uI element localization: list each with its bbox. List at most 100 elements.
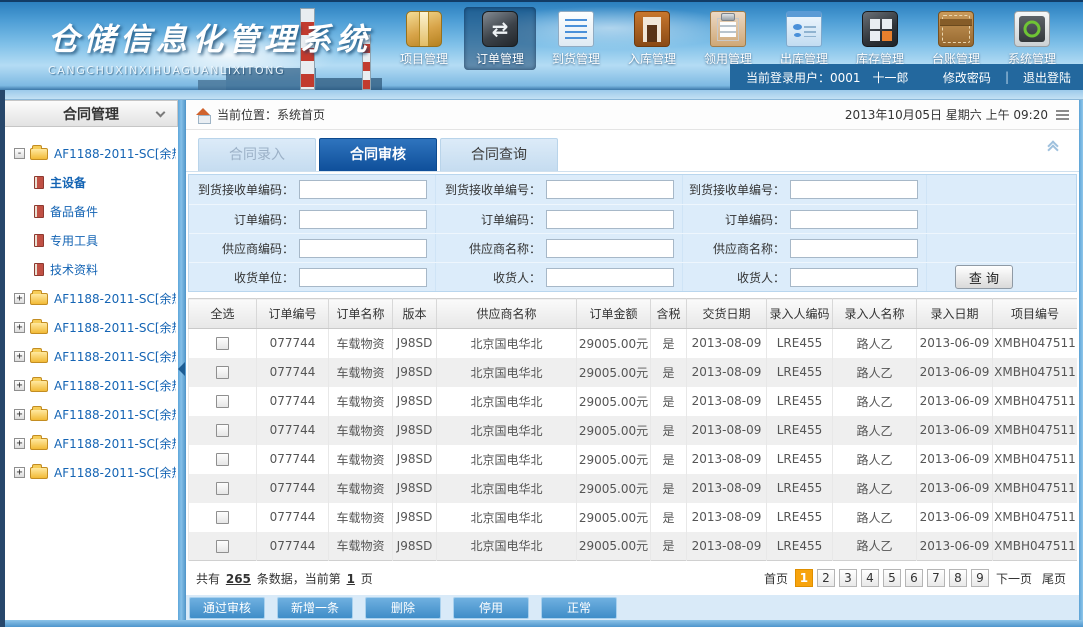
nav-item-package[interactable]: 项目管理 [388, 7, 460, 70]
field-label: 到货接收单编码： [189, 181, 299, 198]
tree-node[interactable]: 备品备件 [7, 197, 176, 226]
tree-node[interactable]: + AF1188-2011-SC[余热 [7, 458, 176, 487]
menu-lines-icon[interactable] [1056, 110, 1069, 120]
search-input[interactable] [790, 239, 918, 258]
tree-node[interactable]: + AF1188-2011-SC[余热锅炉 [7, 342, 176, 371]
tree-node[interactable]: 主设备 [7, 168, 176, 197]
action-button-通过审核[interactable]: 通过审核 [189, 597, 265, 619]
pagination-first[interactable]: 首页 [761, 570, 791, 587]
query-button[interactable]: 查 询 [955, 265, 1013, 289]
search-input[interactable] [790, 180, 918, 199]
row-checkbox[interactable] [216, 395, 229, 408]
folder-icon [30, 148, 48, 160]
expand-node-icon[interactable]: + [14, 322, 25, 333]
tree-node-label[interactable]: AF1188-2011-SC[余热锅炉 [54, 348, 176, 365]
search-input[interactable] [790, 210, 918, 229]
tree-node[interactable]: + AF1188-2011-SC[余热 [7, 429, 176, 458]
nav-item-sync[interactable]: 订单管理 [464, 7, 536, 70]
expand-node-icon[interactable]: + [14, 438, 25, 449]
sidebar-header[interactable]: 合同管理 [5, 100, 178, 127]
pagination-page-3[interactable]: 3 [839, 569, 857, 587]
tree-node[interactable]: + AF1188-2011-SC[余热锅 [7, 371, 176, 400]
tree-node-label[interactable]: AF1188-2011-SC[余热锅炉 [54, 319, 176, 336]
column-header: 录入人编码 [767, 299, 833, 329]
expand-node-icon[interactable]: + [14, 409, 25, 420]
tree-node[interactable]: + AF1188-2011-SC[余热锅 [7, 400, 176, 429]
nav-item-clipboard[interactable]: 领用管理 [692, 7, 764, 70]
search-input[interactable] [299, 268, 427, 287]
expand-node-icon[interactable]: + [14, 380, 25, 391]
nav-item-door[interactable]: 入库管理 [616, 7, 688, 70]
search-input[interactable] [546, 210, 674, 229]
pagination-last[interactable]: 尾页 [1039, 570, 1069, 587]
action-button-停用[interactable]: 停用 [453, 597, 529, 619]
tab-合同查询[interactable]: 合同查询 [440, 138, 558, 171]
tree-node-label[interactable]: 技术资料 [50, 261, 98, 278]
action-button-删除[interactable]: 删除 [365, 597, 441, 619]
cell-order_no: 077744 [257, 329, 329, 358]
tree-node[interactable]: + AF1188-2011-SC[余热锅炉 [7, 313, 176, 342]
tree-node-label[interactable]: AF1188-2011-SC[余热锅炉 [54, 290, 176, 307]
change-password-link[interactable]: 修改密码 [943, 69, 991, 86]
tab-合同录入[interactable]: 合同录入 [198, 138, 316, 171]
pagination-page-2[interactable]: 2 [817, 569, 835, 587]
nav-item-list[interactable]: 到货管理 [540, 7, 612, 70]
action-button-正常[interactable]: 正常 [541, 597, 617, 619]
collapse-sidebar-arrow-icon[interactable] [178, 362, 185, 376]
search-input[interactable] [299, 180, 427, 199]
row-checkbox[interactable] [216, 424, 229, 437]
nav-item-wallet[interactable]: 台账管理 [920, 7, 992, 70]
search-input[interactable] [790, 268, 918, 287]
search-input[interactable] [299, 239, 427, 258]
row-checkbox[interactable] [216, 337, 229, 350]
tree-node-label[interactable]: 专用工具 [50, 232, 98, 249]
row-checkbox[interactable] [216, 511, 229, 524]
column-header: 订单编号 [257, 299, 329, 329]
pagination-page-4[interactable]: 4 [861, 569, 879, 587]
tree-node-label[interactable]: AF1188-2011-SC[余热锅炉岛 [54, 145, 176, 162]
search-input[interactable] [546, 268, 674, 287]
pagination-page-1[interactable]: 1 [795, 569, 813, 587]
nav-item-grid[interactable]: 库存管理 [844, 7, 916, 70]
field-label: 订单编码： [683, 211, 790, 228]
tree-node-label[interactable]: AF1188-2011-SC[余热锅 [54, 377, 176, 394]
row-checkbox[interactable] [216, 366, 229, 379]
row-checkbox[interactable] [216, 540, 229, 553]
logout-link[interactable]: 退出登陆 [1023, 69, 1071, 86]
cell-tax_included: 是 [651, 503, 687, 532]
search-input[interactable] [546, 180, 674, 199]
tree-node[interactable]: 专用工具 [7, 226, 176, 255]
tree-node[interactable]: + AF1188-2011-SC[余热锅炉 [7, 284, 176, 313]
expand-node-icon[interactable]: + [14, 467, 25, 478]
tree-node-label[interactable]: AF1188-2011-SC[余热 [54, 464, 176, 481]
tree-node-label[interactable]: 备品备件 [50, 203, 98, 220]
row-checkbox[interactable] [216, 482, 229, 495]
column-header: 版本 [393, 299, 437, 329]
collapse-node-icon[interactable]: - [14, 148, 25, 159]
tree-node-label[interactable]: 主设备 [50, 174, 86, 191]
row-checkbox[interactable] [216, 453, 229, 466]
page-right-border [1079, 100, 1083, 620]
tree-node-label[interactable]: AF1188-2011-SC[余热锅 [54, 406, 176, 423]
collapse-panel-icon[interactable] [1047, 146, 1059, 154]
expand-node-icon[interactable]: + [14, 293, 25, 304]
sidebar-splitter[interactable] [178, 100, 186, 620]
cell-version: J98SD [393, 387, 437, 416]
pagination-page-9[interactable]: 9 [971, 569, 989, 587]
tree-node[interactable]: 技术资料 [7, 255, 176, 284]
tree-node-label[interactable]: AF1188-2011-SC[余热 [54, 435, 176, 452]
pagination-page-8[interactable]: 8 [949, 569, 967, 587]
pagination-page-6[interactable]: 6 [905, 569, 923, 587]
cell-entry_date: 2013-06-09 [917, 416, 993, 445]
search-input[interactable] [546, 239, 674, 258]
search-input[interactable] [299, 210, 427, 229]
tab-合同审核[interactable]: 合同审核 [319, 138, 437, 171]
nav-item-idcard[interactable]: 出库管理 [768, 7, 840, 70]
pagination-page-7[interactable]: 7 [927, 569, 945, 587]
pagination-page-5[interactable]: 5 [883, 569, 901, 587]
expand-node-icon[interactable]: + [14, 351, 25, 362]
action-button-新增一条[interactable]: 新增一条 [277, 597, 353, 619]
tree-node[interactable]: - AF1188-2011-SC[余热锅炉岛 [7, 139, 176, 168]
pagination-next[interactable]: 下一页 [993, 570, 1035, 587]
nav-item-gear[interactable]: 系统管理 [996, 7, 1068, 70]
